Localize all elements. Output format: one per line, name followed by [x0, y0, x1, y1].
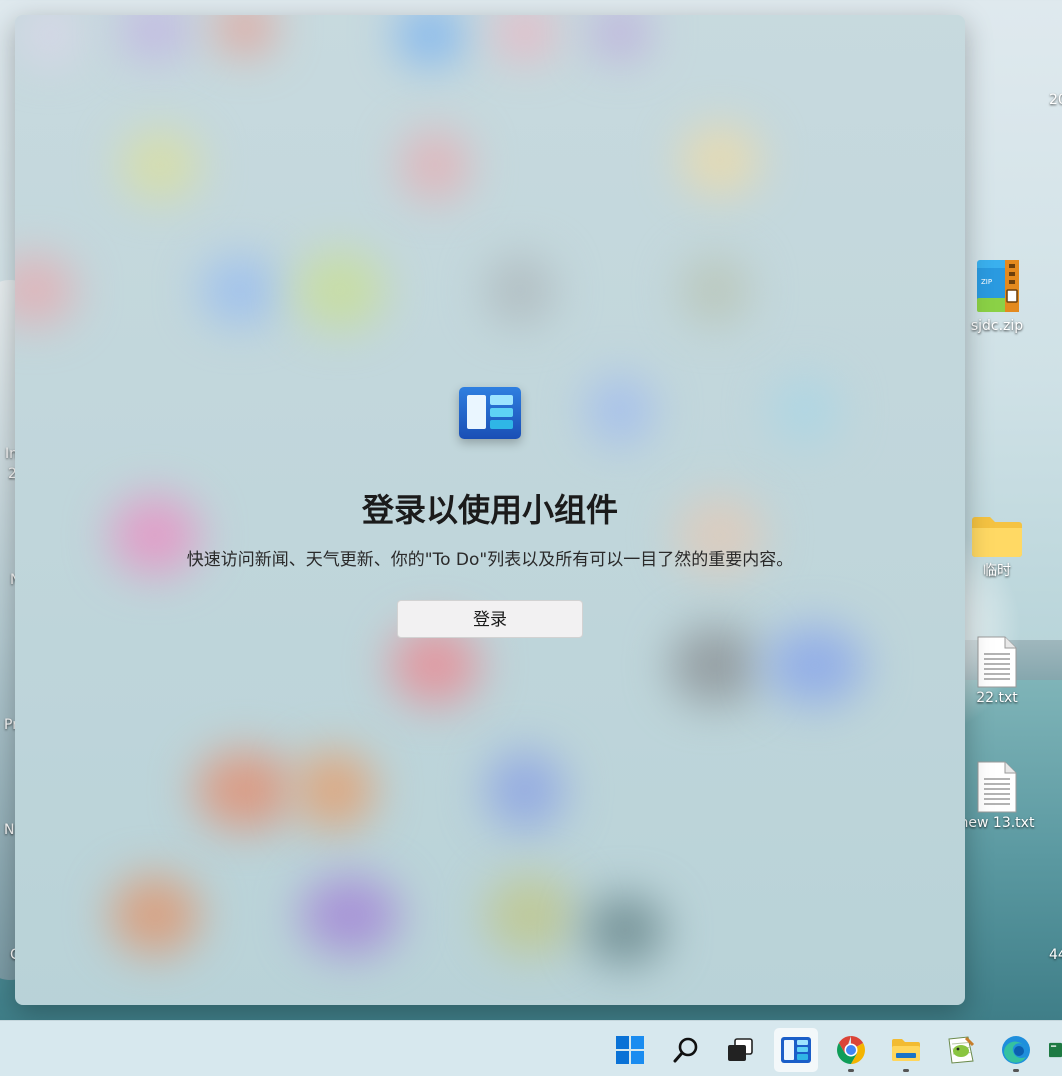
- desktop-icon-label: new 13.txt: [959, 815, 1035, 831]
- svg-text:ZIP: ZIP: [981, 278, 992, 286]
- desktop-icon-folder-linshi[interactable]: 临时: [957, 514, 1037, 580]
- widgets-panel: 登录以使用小组件 快速访问新闻、天气更新、你的"To Do"列表以及所有可以一目…: [15, 15, 965, 1005]
- panel-title: 登录以使用小组件: [361, 491, 618, 529]
- notepad-plus-icon: [948, 1036, 975, 1064]
- search-icon: [673, 1037, 698, 1063]
- chrome-icon: [837, 1036, 865, 1064]
- desktop-icon-label: 22.txt: [976, 690, 1018, 706]
- desktop-label-fragment: N: [4, 822, 15, 838]
- widgets-icon: [781, 1037, 811, 1063]
- start-button[interactable]: [608, 1028, 652, 1072]
- widgets-signin-prompt: 登录以使用小组件 快速访问新闻、天气更新、你的"To Do"列表以及所有可以一目…: [15, 387, 965, 638]
- search-button[interactable]: [664, 1028, 708, 1072]
- excel-icon: [1049, 1042, 1062, 1058]
- folder-icon: [970, 514, 1024, 558]
- panel-description: 快速访问新闻、天气更新、你的"To Do"列表以及所有可以一目了然的重要内容。: [186, 550, 794, 570]
- desktop-icon-new-13-txt[interactable]: new 13.txt: [957, 761, 1037, 831]
- text-file-icon: [977, 761, 1017, 813]
- taskbar: [0, 1020, 1062, 1076]
- desktop-icon-label: 临时: [983, 563, 1011, 579]
- chrome-button[interactable]: [829, 1028, 873, 1072]
- desktop-icon-label: sjdc.zip: [970, 318, 1024, 334]
- folder-icon: [892, 1039, 920, 1061]
- widgets-button[interactable]: [774, 1028, 818, 1072]
- windows-start-icon: [616, 1036, 644, 1064]
- desktop-icon-sjdc-zip[interactable]: ZIP sjdc.zip: [957, 256, 1037, 334]
- sign-in-button[interactable]: 登录: [397, 600, 583, 638]
- file-explorer-button[interactable]: [884, 1028, 928, 1072]
- task-view-icon: [728, 1038, 753, 1061]
- text-file-icon: [977, 636, 1017, 688]
- desktop-label-fragment: 44: [1049, 947, 1062, 963]
- edge-button[interactable]: [994, 1028, 1038, 1072]
- edge-icon: [1002, 1036, 1030, 1064]
- notepad-plus-button[interactable]: [939, 1028, 983, 1072]
- desktop-icon-22-txt[interactable]: 22.txt: [957, 636, 1037, 706]
- excel-button[interactable]: [1049, 1028, 1062, 1072]
- task-view-button[interactable]: [718, 1028, 762, 1072]
- widgets-icon: [459, 387, 521, 439]
- desktop-label-fragment: 20: [1049, 92, 1062, 108]
- zip-archive-icon: ZIP: [967, 256, 1027, 316]
